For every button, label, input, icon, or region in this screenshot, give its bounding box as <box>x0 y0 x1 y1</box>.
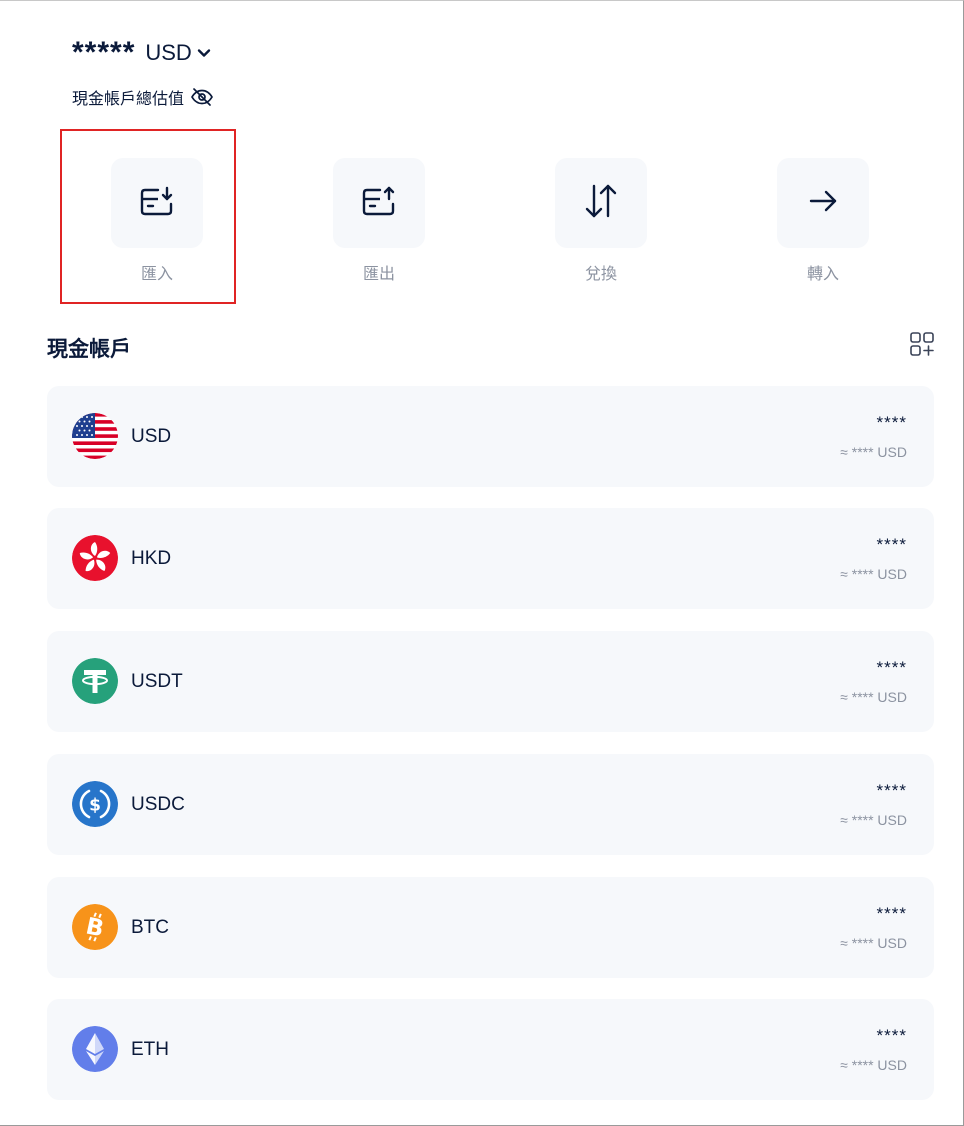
account-row-usd[interactable]: USD **** ≈ **** USD <box>47 386 934 487</box>
withdraw-icon <box>360 184 398 223</box>
balance-subtitle-row: 現金帳戶總估值 <box>72 85 214 109</box>
total-balance: ***** <box>72 36 136 69</box>
account-usd-value: ≈ **** USD <box>840 689 907 705</box>
currency-label: USD <box>145 40 192 65</box>
account-usd-value: ≈ **** USD <box>840 1057 907 1073</box>
account-amount: **** <box>876 781 907 800</box>
svg-text:$: $ <box>89 796 101 816</box>
ethereum-icon <box>72 1026 118 1072</box>
account-row-eth[interactable]: ETH **** ≈ **** USD <box>47 999 934 1100</box>
balance-subtitle: 現金帳戶總估值 <box>72 91 185 108</box>
account-usd-value: ≈ **** USD <box>840 444 907 460</box>
account-row-hkd[interactable]: HKD **** ≈ **** USD <box>47 508 934 609</box>
eye-off-icon[interactable] <box>190 87 214 107</box>
account-amount: **** <box>876 904 907 923</box>
account-amount: **** <box>876 658 907 677</box>
swap-button[interactable] <box>555 158 647 248</box>
account-name: HKD <box>131 548 172 569</box>
bitcoin-icon: B <box>72 904 118 950</box>
balance-header: ***** USD <box>72 36 212 70</box>
swap-label: 兌換 <box>584 266 617 283</box>
account-name: USDC <box>131 794 185 815</box>
highlight-box <box>60 129 236 304</box>
chevron-down-icon <box>196 45 212 61</box>
usdc-icon: $ <box>72 781 118 827</box>
transfer-label: 轉入 <box>806 266 839 283</box>
account-usd-value: ≈ **** USD <box>840 566 907 582</box>
account-amount: **** <box>876 1026 907 1045</box>
account-row-btc[interactable]: B BTC **** ≈ **** USD <box>47 877 934 978</box>
account-amount: **** <box>876 535 907 554</box>
account-name: ETH <box>131 1039 169 1060</box>
account-row-usdt[interactable]: USDT **** ≈ **** USD <box>47 631 934 732</box>
section-title: 現金帳戶 <box>47 338 131 361</box>
account-name: USD <box>131 426 172 447</box>
account-usd-value: ≈ **** USD <box>840 812 907 828</box>
account-name: BTC <box>131 917 169 938</box>
account-usd-value: ≈ **** USD <box>840 935 907 951</box>
currency-selector[interactable]: USD <box>145 40 211 66</box>
tether-icon <box>72 658 118 704</box>
account-name: USDT <box>131 671 183 692</box>
swap-action[interactable]: 兌換 <box>555 158 647 284</box>
withdraw-button[interactable] <box>333 158 425 248</box>
transfer-button[interactable] <box>777 158 869 248</box>
account-row-usdc[interactable]: $ USDC **** ≈ **** USD <box>47 754 934 855</box>
hk-flag-icon <box>72 535 118 581</box>
us-flag-icon <box>72 413 118 459</box>
transfer-action[interactable]: 轉入 <box>777 158 869 284</box>
account-amount: **** <box>876 413 907 432</box>
withdraw-action[interactable]: 匯出 <box>333 158 425 284</box>
swap-icon <box>583 182 619 225</box>
grid-add-icon[interactable] <box>909 331 935 362</box>
transfer-arrow-icon <box>807 187 839 220</box>
withdraw-label: 匯出 <box>362 266 395 283</box>
